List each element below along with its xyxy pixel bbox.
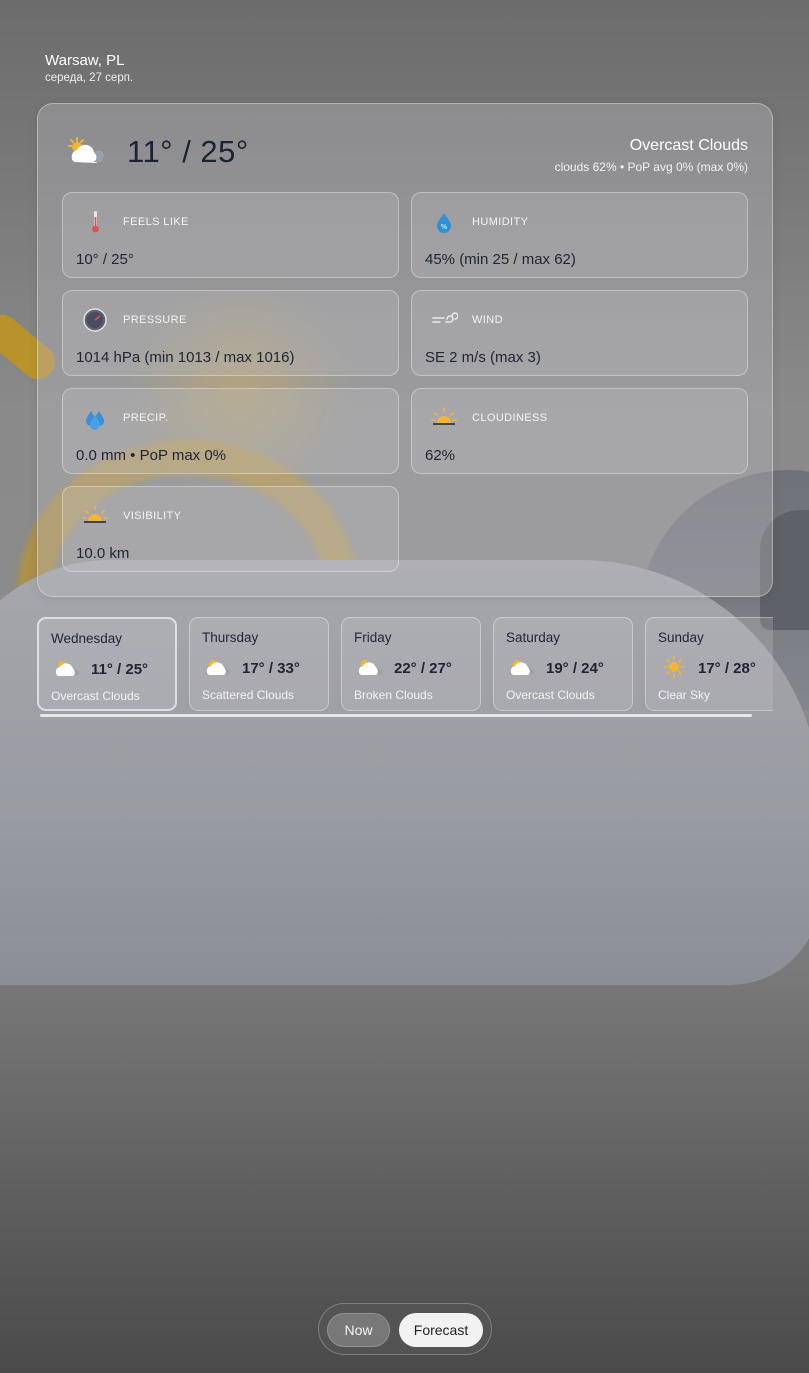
day-condition: Overcast Clouds	[506, 688, 595, 702]
day-condition: Overcast Clouds	[51, 689, 140, 703]
metric-label: CLOUDINESS	[472, 412, 548, 424]
partly-cloudy-icon	[68, 137, 104, 163]
day-name: Sunday	[658, 630, 704, 645]
day-name: Wednesday	[51, 631, 123, 646]
location-header: Warsaw, PL середа, 27 серп.	[45, 52, 133, 84]
metric-visibility: VISIBILITY 10.0 km	[62, 486, 399, 572]
day-condition: Clear Sky	[658, 688, 711, 702]
current-cloud-summary: clouds 62% • PoP avg 0% (max 0%)	[554, 160, 748, 174]
raindrops-icon	[86, 411, 104, 430]
metric-value: 10.0 km	[76, 545, 130, 562]
sunrise-icon	[431, 407, 457, 425]
forecast-day-card[interactable]: Sunday 17° / 28° Clear Sky	[645, 617, 773, 711]
metric-pressure: PRESSURE 1014 hPa (min 1013 / max 1016)	[62, 290, 399, 376]
partly-cloudy-icon	[206, 660, 231, 675]
metric-humidity: % HUMIDITY 45% (min 25 / max 62)	[411, 192, 748, 278]
metric-value: 62%	[425, 447, 456, 464]
metric-label: PRESSURE	[123, 314, 187, 326]
day-condition: Scattered Clouds	[202, 688, 295, 702]
partly-cloudy-icon	[510, 660, 535, 675]
daily-forecast-strip[interactable]: Wednesday 11° / 25° Overcast Clouds Thur…	[37, 617, 773, 713]
day-temperature-range: 17° / 28°	[698, 660, 756, 677]
day-name: Thursday	[202, 630, 259, 645]
forecast-day-card[interactable]: Friday 22° / 27° Broken Clouds	[341, 617, 481, 711]
day-temperature-range: 17° / 33°	[242, 660, 300, 677]
forecast-toggle-button[interactable]: Forecast	[399, 1313, 483, 1347]
metric-value: SE 2 m/s (max 3)	[425, 349, 541, 366]
day-temperature-range: 22° / 27°	[394, 660, 452, 677]
metric-cloudiness: CLOUDINESS 62%	[411, 388, 748, 474]
wind-icon	[432, 312, 458, 323]
metric-label: PRECIP.	[123, 412, 169, 424]
partly-cloudy-icon	[55, 661, 80, 676]
metric-wind: WIND SE 2 m/s (max 3)	[411, 290, 748, 376]
day-name: Saturday	[506, 630, 561, 645]
current-temperature-range: 11° / 25°	[127, 134, 249, 169]
view-toggle: Now Forecast	[318, 1303, 492, 1355]
metric-label: HUMIDITY	[472, 216, 529, 228]
forecast-scrollbar[interactable]	[40, 714, 752, 717]
metric-label: VISIBILITY	[123, 510, 182, 522]
current-date: середа, 27 серп.	[45, 72, 134, 84]
day-name: Friday	[354, 630, 392, 645]
forecast-day-card[interactable]: Wednesday 11° / 25° Overcast Clouds	[37, 617, 177, 711]
current-weather-panel: 11° / 25° Overcast Clouds clouds 62% • P…	[37, 103, 773, 597]
metric-label: FEELS LIKE	[123, 216, 189, 228]
day-condition: Broken Clouds	[354, 688, 433, 702]
current-condition: Overcast Clouds	[629, 137, 748, 154]
day-temperature-range: 19° / 24°	[546, 660, 604, 677]
humidity-drop-icon: %	[437, 213, 451, 233]
forecast-day-card[interactable]: Thursday 17° / 33° Scattered Clouds	[189, 617, 329, 711]
barometer-icon	[83, 308, 107, 332]
metric-value: 10° / 25°	[76, 251, 134, 268]
now-toggle-button[interactable]: Now	[327, 1313, 390, 1347]
metric-feels-like: FEELS LIKE 10° / 25°	[62, 192, 399, 278]
metric-precipitation: PRECIP. 0.0 mm • PoP max 0%	[62, 388, 399, 474]
forecast-day-card[interactable]: Saturday 19° / 24° Overcast Clouds	[493, 617, 633, 711]
sunrise-icon	[82, 505, 108, 523]
sun-icon	[663, 656, 685, 678]
thermometer-icon	[92, 211, 99, 233]
city-name: Warsaw, PL	[45, 52, 125, 69]
metric-label: WIND	[472, 314, 503, 326]
svg-text:%: %	[441, 223, 448, 231]
day-temperature-range: 11° / 25°	[91, 661, 149, 678]
metric-value: 0.0 mm • PoP max 0%	[76, 447, 227, 464]
metric-value: 45% (min 25 / max 62)	[425, 251, 576, 268]
metric-value: 1014 hPa (min 1013 / max 1016)	[76, 349, 295, 366]
partly-cloudy-icon	[358, 660, 383, 675]
